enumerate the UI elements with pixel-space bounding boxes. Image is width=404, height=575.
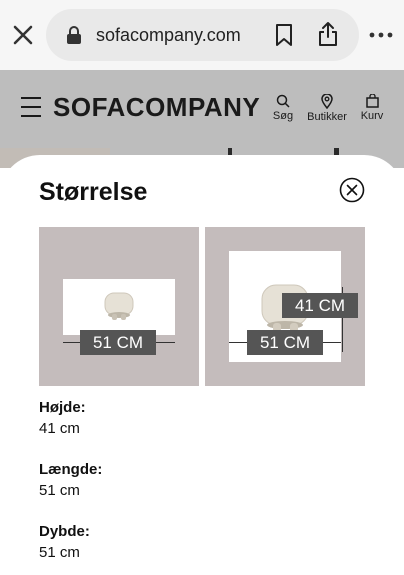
lock-icon [66, 25, 82, 45]
spec-label: Længde: [39, 461, 103, 478]
nav-search[interactable]: Søg [271, 94, 295, 122]
spec-value: 51 cm [39, 482, 80, 499]
dimension-image-height: 41 CM 51 CM [205, 227, 365, 386]
menu-icon[interactable] [21, 97, 41, 119]
height-label: 41 CM [282, 293, 358, 318]
size-sheet: Størrelse 51 CM 41 CM 51 CM Højde: 41 cm… [0, 155, 404, 575]
site-logo[interactable]: SOFACOMPANY [53, 92, 260, 123]
nav-cart-label: Kurv [360, 110, 384, 122]
nav-search-label: Søg [272, 110, 294, 122]
spec-value: 51 cm [39, 544, 80, 561]
spec-value: 41 cm [39, 420, 80, 437]
spec-height: Højde: 41 cm [39, 399, 86, 437]
location-pin-icon [321, 94, 333, 109]
site-header: SOFACOMPANY Søg Butikker Kurv [0, 70, 404, 148]
bookmark-icon[interactable] [274, 23, 294, 47]
more-icon[interactable] [368, 25, 394, 45]
spec-depth: Dybde: 51 cm [39, 523, 90, 561]
bag-icon [365, 94, 379, 108]
nav-cart[interactable]: Kurv [358, 94, 386, 122]
spec-label: Højde: [39, 399, 86, 416]
width-label: 51 CM [247, 330, 323, 355]
spec-length: Længde: 51 cm [39, 461, 102, 499]
share-icon[interactable] [317, 21, 339, 47]
address-bar[interactable]: sofacompany.com [46, 9, 359, 61]
sheet-title: Størrelse [39, 178, 148, 206]
search-icon [276, 94, 290, 108]
width-label: 51 CM [80, 330, 156, 355]
close-icon[interactable] [10, 22, 36, 48]
url-text: sofacompany.com [96, 25, 241, 45]
product-photo [63, 279, 175, 335]
close-circle-icon[interactable] [339, 177, 365, 203]
browser-bar: sofacompany.com [0, 0, 404, 70]
spec-label: Dybde: [39, 523, 90, 540]
dimension-image-width: 51 CM [39, 227, 199, 386]
nav-stores-label: Butikker [307, 111, 347, 123]
nav-stores[interactable]: Butikker [306, 94, 348, 123]
